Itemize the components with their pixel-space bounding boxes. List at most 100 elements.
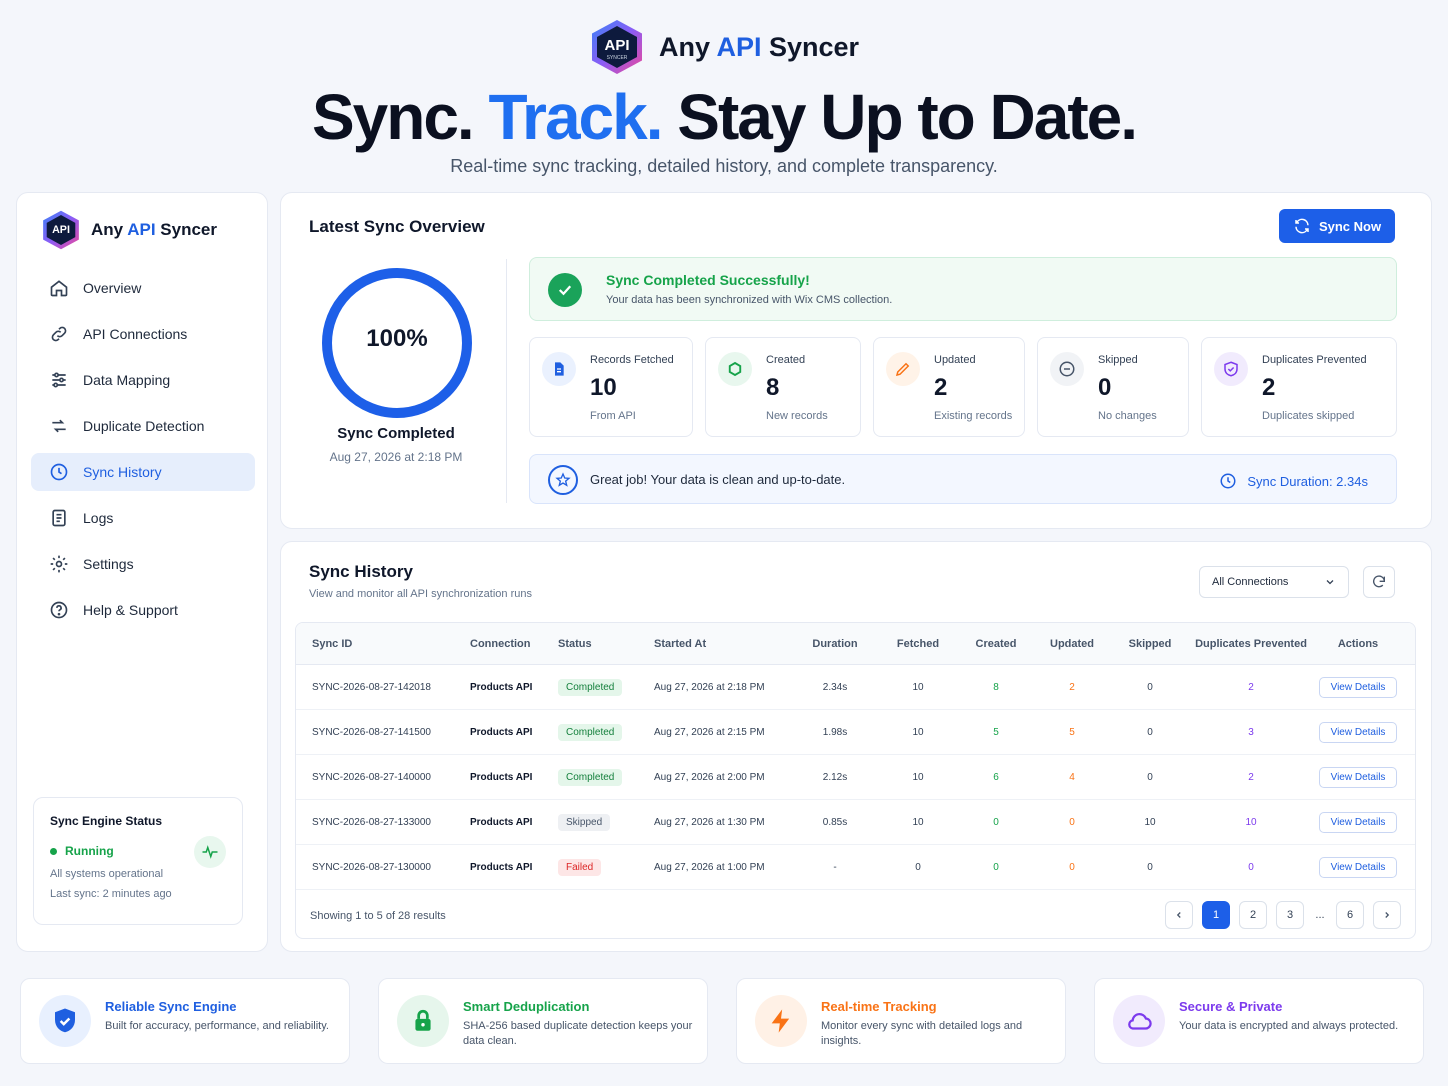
stat-updated: Updated 2 Existing records — [873, 337, 1025, 437]
sync-history-panel: Sync History View and monitor all API sy… — [280, 541, 1432, 952]
sidebar-item-data-mapping[interactable]: Data Mapping — [31, 361, 255, 399]
minus-circle-icon — [1050, 352, 1084, 386]
stat-value: 2 — [934, 374, 948, 401]
stat-value: 2 — [1262, 374, 1276, 401]
table-row: SYNC-2026-08-27-141500 Products API Comple… — [296, 710, 1415, 755]
stat-records-fetched: Records Fetched 10 From API — [529, 337, 693, 437]
progress-ring: 100% — [319, 265, 475, 421]
sliders-icon — [52, 372, 66, 388]
cell-skipped: 0 — [1147, 681, 1153, 693]
cell-fetched: 10 — [912, 726, 924, 738]
cell-sync-id: SYNC-2026-08-27-142018 — [312, 681, 431, 693]
column-header-sync-id: Sync ID — [312, 637, 353, 650]
view-details-button[interactable]: View Details — [1318, 721, 1398, 743]
stat-label: Skipped — [1098, 354, 1138, 366]
sidebar-item-label: API Connections — [83, 326, 188, 342]
cell-fetched: 0 — [915, 861, 921, 873]
sidebar-brand-name: Any API Syncer — [91, 220, 217, 239]
cell-sync-id: SYNC-2026-08-27-130000 — [312, 861, 431, 873]
refresh-icon — [1373, 575, 1385, 588]
feature-smart-dedup: Smart Deduplication SHA-256 based duplic… — [378, 978, 708, 1064]
sidebar-item-overview[interactable]: Overview — [31, 269, 255, 307]
feature-reliable-sync: Reliable Sync Engine Built for accuracy,… — [20, 978, 350, 1064]
column-header-updated: Updated — [1050, 637, 1094, 650]
stat-sub: Existing records — [934, 410, 1013, 422]
table-header: Sync ID Connection Status Started At Duratio… — [296, 623, 1415, 665]
stat-label: Updated — [934, 354, 976, 366]
cell-updated: 5 — [1069, 726, 1075, 738]
cell-connection: Products API — [470, 771, 533, 783]
sidebar-item-label: Sync History — [83, 464, 162, 480]
sidebar-brand: API Any API Syncer — [41, 209, 217, 251]
feature-realtime-tracking: Real-time Tracking Monitor every sync wi… — [736, 978, 1066, 1064]
sidebar-item-api-connections[interactable]: API Connections — [31, 315, 255, 353]
cell-status: Skipped — [558, 800, 648, 844]
chevron-down-icon — [1326, 580, 1334, 585]
stat-created: Created 8 New records — [705, 337, 861, 437]
cell-started-at: Aug 27, 2026 at 2:15 PM — [654, 726, 765, 738]
duplicate-icon — [52, 419, 66, 433]
cell-status: Completed — [558, 710, 648, 754]
column-header-duration: Duration — [812, 637, 858, 650]
feature-title: Reliable Sync Engine — [105, 999, 237, 1014]
sidebar-item-help[interactable]: Help & Support — [31, 591, 255, 629]
sidebar-logo: API — [43, 210, 79, 250]
table-row: SYNC-2026-08-27-130000 Products API Failed… — [296, 845, 1415, 890]
refresh-history-button[interactable] — [1363, 566, 1395, 598]
view-details-button[interactable]: View Details — [1318, 811, 1398, 833]
sidebar-item-duplicate-detection[interactable]: Duplicate Detection — [31, 407, 255, 445]
view-details-button[interactable]: View Details — [1318, 676, 1398, 698]
sidebar-item-label: Help & Support — [83, 602, 178, 618]
status-badge: Failed — [558, 858, 602, 876]
sidebar-nav: Overview API Connections Data Mapping Du… — [31, 269, 255, 637]
gear-icon — [50, 555, 68, 573]
sidebar-item-logs[interactable]: Logs — [31, 499, 255, 537]
sync-duration-label: Sync Duration: 2.34s — [1247, 473, 1368, 489]
view-details-button[interactable]: View Details — [1318, 766, 1398, 788]
star-icon — [548, 465, 578, 495]
next-page-button[interactable] — [1373, 901, 1401, 929]
sync-now-button[interactable]: Sync Now — [1279, 209, 1395, 243]
engine-message: All systems operational — [50, 868, 164, 880]
sidebar-item-sync-history[interactable]: Sync History — [31, 453, 255, 491]
app-logo: API SYNCER — [589, 18, 645, 76]
prev-page-button[interactable] — [1165, 901, 1193, 929]
cell-status: Completed — [558, 665, 648, 709]
clean-data-message: Great job! Your data is clean and up-to-… — [590, 472, 846, 487]
page-button-6[interactable]: 6 — [1336, 901, 1364, 929]
page-button-3[interactable]: 3 — [1276, 901, 1304, 929]
cell-skipped: 10 — [1144, 816, 1156, 828]
connection-filter-select[interactable]: All Connections — [1199, 566, 1349, 598]
cell-status: Completed — [558, 755, 648, 799]
column-header-fetched: Fetched — [896, 637, 940, 650]
stat-duplicates-prevented: Duplicates Prevented 2 Duplicates skippe… — [1201, 337, 1397, 437]
cell-updated: 2 — [1069, 681, 1075, 693]
page-button-1[interactable]: 1 — [1202, 901, 1230, 929]
shield-icon — [1214, 352, 1248, 386]
sync-now-label: Sync Now — [1318, 218, 1382, 234]
chevron-left-icon — [1176, 912, 1181, 918]
table-row: SYNC-2026-08-27-142018 Products API Comple… — [296, 665, 1415, 710]
sidebar-item-settings[interactable]: Settings — [31, 545, 255, 583]
hero-brand: API SYNCER Any API Syncer — [0, 18, 1448, 76]
status-badge: Completed — [558, 768, 623, 786]
cloud-icon — [1113, 995, 1165, 1047]
stat-sub: Duplicates skipped — [1262, 410, 1355, 422]
feature-desc: Your data is encrypted and always protec… — [1179, 1020, 1399, 1032]
cell-actions: View Details — [1318, 710, 1398, 754]
link-icon — [51, 326, 67, 342]
cell-sync-id: SYNC-2026-08-27-140000 — [312, 771, 431, 783]
cell-started-at: Aug 27, 2026 at 1:00 PM — [654, 861, 765, 873]
sidebar-item-label: Duplicate Detection — [83, 418, 205, 434]
view-details-button[interactable]: View Details — [1318, 856, 1398, 878]
cell-duration: 2.12s — [822, 771, 848, 783]
engine-last-sync: Last sync: 2 minutes ago — [50, 888, 172, 900]
sidebar-item-label: Settings — [83, 556, 134, 572]
status-dot — [50, 847, 57, 855]
cell-duration: - — [833, 861, 837, 873]
feature-title: Secure & Private — [1179, 999, 1283, 1014]
column-header-started-at: Started At — [654, 637, 707, 650]
page-button-2[interactable]: 2 — [1239, 901, 1267, 929]
sync-engine-status: Sync Engine Status Running All systems o… — [33, 797, 243, 925]
stat-sub: New records — [766, 410, 828, 422]
